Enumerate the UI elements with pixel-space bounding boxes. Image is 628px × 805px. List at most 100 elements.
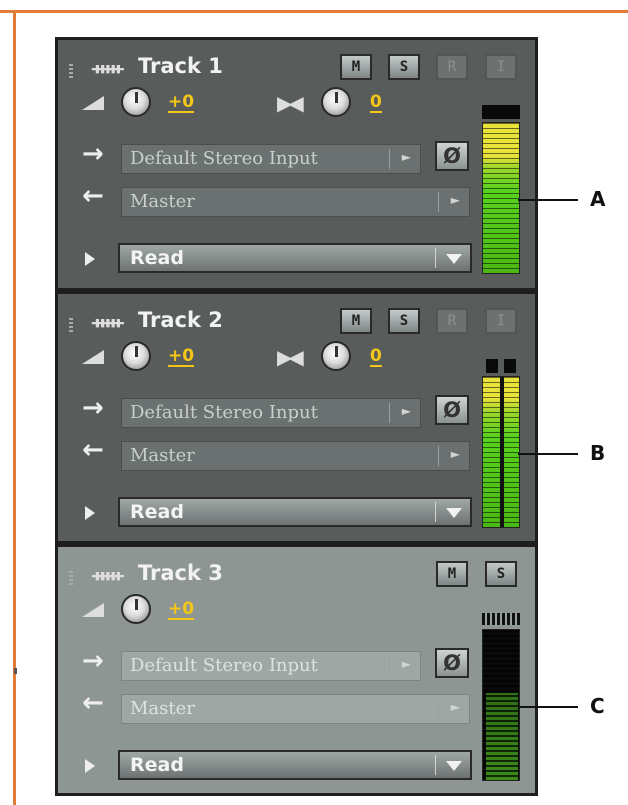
- output-select-value: Master: [130, 698, 195, 719]
- volume-value[interactable]: +0: [168, 93, 195, 113]
- volume-icon: [82, 96, 104, 110]
- track-name[interactable]: Track 1: [138, 54, 223, 78]
- automation-separator: [435, 248, 436, 268]
- input-select-separator: [389, 403, 390, 423]
- track-name[interactable]: Track 2: [138, 308, 223, 332]
- output-arrow-icon: ←: [82, 181, 104, 211]
- input-select[interactable]: Default Stereo Input ►: [121, 398, 421, 428]
- solo-button[interactable]: S: [388, 308, 420, 334]
- output-select-value: Master: [130, 191, 195, 212]
- automation-mode-dropdown[interactable]: Read: [118, 497, 472, 527]
- input-select-value: Default Stereo Input: [130, 148, 318, 169]
- level-meter: [482, 629, 520, 781]
- input-monitor-button[interactable]: I: [485, 54, 517, 80]
- track-name[interactable]: Track 3: [138, 561, 223, 585]
- automation-separator: [435, 755, 436, 775]
- phase-invert-button[interactable]: Ø: [435, 141, 469, 171]
- output-select-separator: [438, 446, 439, 466]
- automation-mode-dropdown[interactable]: Read: [118, 243, 472, 273]
- input-arrow-icon: →: [82, 646, 104, 676]
- automation-mode-value: Read: [130, 501, 184, 523]
- volume-value[interactable]: +0: [168, 600, 195, 620]
- output-arrow-icon: ←: [82, 688, 104, 718]
- callout-label-a: A: [590, 187, 606, 211]
- pan-knob[interactable]: [321, 341, 351, 371]
- pan-knob[interactable]: [321, 87, 351, 117]
- volume-knob[interactable]: [121, 594, 151, 624]
- output-select-arrow-icon: ►: [450, 700, 460, 714]
- automation-mode-value: Read: [130, 247, 184, 269]
- peak-indicator-right: [504, 359, 516, 373]
- frame-top-border: [0, 10, 628, 13]
- record-arm-button[interactable]: R: [436, 308, 468, 334]
- input-select-value: Default Stereo Input: [130, 402, 318, 423]
- mute-button[interactable]: M: [340, 308, 372, 334]
- solo-button[interactable]: S: [485, 561, 517, 587]
- input-select-separator: [389, 656, 390, 676]
- volume-value[interactable]: +0: [168, 347, 195, 367]
- peak-indicator: [482, 613, 520, 625]
- expand-play-icon[interactable]: [85, 252, 95, 266]
- callout-label-c: C: [590, 694, 605, 718]
- track-type-icon: ᚔ: [92, 59, 124, 79]
- track-2-panel: ᚔ Track 2 M S R I +0 ▶◀ 0 → Default Ster…: [55, 291, 538, 544]
- input-select-separator: [389, 149, 390, 169]
- peak-indicator: [482, 105, 520, 119]
- phase-invert-button[interactable]: Ø: [435, 648, 469, 678]
- volume-icon: [82, 350, 104, 364]
- callout-line-b: [518, 453, 578, 455]
- input-select-arrow-icon: ►: [401, 657, 411, 671]
- callout-line-a: [518, 199, 578, 201]
- output-select-value: Master: [130, 445, 195, 466]
- input-monitor-button[interactable]: I: [485, 308, 517, 334]
- solo-button[interactable]: S: [388, 54, 420, 80]
- chevron-down-icon: [446, 254, 462, 264]
- frame-left-border: [13, 10, 16, 805]
- input-arrow-icon: →: [82, 393, 104, 423]
- stray-mark: [14, 668, 17, 674]
- mute-button[interactable]: M: [436, 561, 468, 587]
- output-select[interactable]: Master ►: [121, 694, 470, 724]
- phase-invert-button[interactable]: Ø: [435, 395, 469, 425]
- level-meter: [482, 376, 520, 528]
- volume-knob[interactable]: [121, 87, 151, 117]
- input-select-value: Default Stereo Input: [130, 655, 318, 676]
- expand-play-icon[interactable]: [85, 506, 95, 520]
- output-select-separator: [438, 192, 439, 212]
- automation-mode-dropdown[interactable]: Read: [118, 750, 472, 780]
- drag-grip-icon[interactable]: [69, 571, 73, 585]
- chevron-down-icon: [446, 508, 462, 518]
- output-select[interactable]: Master ►: [121, 441, 470, 471]
- output-select-arrow-icon: ►: [450, 447, 460, 461]
- pan-value[interactable]: 0: [370, 93, 382, 113]
- input-select[interactable]: Default Stereo Input ►: [121, 144, 421, 174]
- chevron-down-icon: [446, 761, 462, 771]
- expand-play-icon[interactable]: [85, 759, 95, 773]
- track-type-icon: ᚔ: [92, 566, 124, 586]
- level-meter: [482, 122, 520, 274]
- peak-indicator-left: [486, 359, 498, 373]
- drag-grip-icon[interactable]: [69, 64, 73, 78]
- input-select-arrow-icon: ►: [401, 404, 411, 418]
- pan-icon: ▶◀: [277, 91, 304, 115]
- output-select[interactable]: Master ►: [121, 187, 470, 217]
- input-select[interactable]: Default Stereo Input ►: [121, 651, 421, 681]
- track-type-icon: ᚔ: [92, 313, 124, 333]
- pan-icon: ▶◀: [277, 345, 304, 369]
- volume-knob[interactable]: [121, 341, 151, 371]
- input-select-arrow-icon: ►: [401, 150, 411, 164]
- automation-mode-value: Read: [130, 754, 184, 776]
- drag-grip-icon[interactable]: [69, 318, 73, 332]
- track-1-panel: ᚔ Track 1 M S R I +0 ▶◀ 0 → Default Ster…: [55, 37, 538, 291]
- output-select-separator: [438, 699, 439, 719]
- volume-icon: [82, 603, 104, 617]
- input-arrow-icon: →: [82, 139, 104, 169]
- pan-value[interactable]: 0: [370, 347, 382, 367]
- automation-separator: [435, 502, 436, 522]
- peak-indicator: [482, 359, 520, 373]
- callout-line-c: [518, 706, 578, 708]
- callout-label-b: B: [590, 441, 606, 465]
- mute-button[interactable]: M: [340, 54, 372, 80]
- output-arrow-icon: ←: [82, 435, 104, 465]
- record-arm-button[interactable]: R: [436, 54, 468, 80]
